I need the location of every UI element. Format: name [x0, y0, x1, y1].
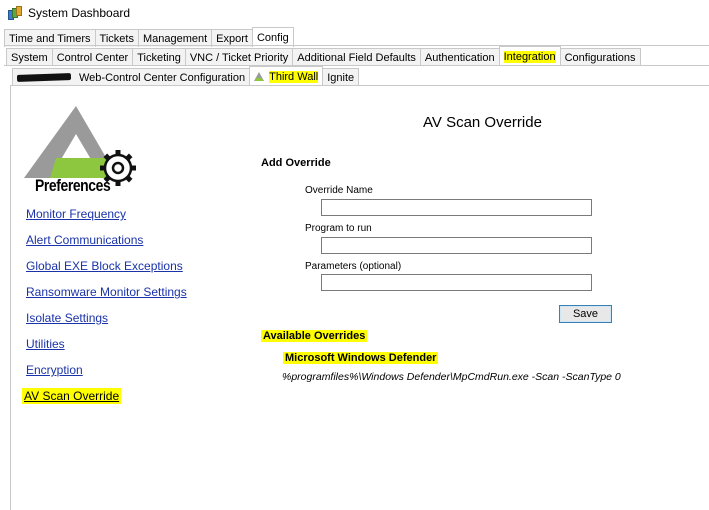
config-tab-bar: System Control Center Ticketing VNC / Ti…	[6, 46, 641, 66]
title-bar: System Dashboard	[0, 0, 709, 26]
tab-third-wall[interactable]: Third Wall	[249, 66, 324, 86]
tab-web-control-center-configuration[interactable]: Web-Control Center Configuration	[12, 68, 251, 86]
parameters-field[interactable]	[321, 274, 592, 291]
tab-integration-label: Integration	[503, 50, 556, 63]
tab-ticketing[interactable]: Ticketing	[132, 48, 186, 66]
redacted-mark	[16, 73, 72, 82]
tab-vnc-ticket-priority[interactable]: VNC / Ticket Priority	[184, 48, 294, 66]
window-title: System Dashboard	[28, 6, 131, 20]
tab-config[interactable]: Config	[251, 27, 294, 47]
tab-ignite[interactable]: Ignite	[322, 68, 360, 86]
override-command: %programfiles%\Windows Defender\MpCmdRun…	[282, 371, 621, 383]
third-wall-icon	[254, 72, 265, 81]
tab-label: Third Wall	[269, 70, 319, 83]
available-overrides-heading: Available Overrides	[261, 330, 368, 342]
save-button[interactable]: Save	[559, 305, 612, 323]
tab-label: Web-Control Center Configuration	[79, 71, 246, 84]
program-to-run-field[interactable]	[321, 237, 592, 254]
override-name: Microsoft Windows Defender	[283, 352, 439, 364]
override-name-field[interactable]	[321, 199, 592, 216]
sidebar-item-isolate-settings[interactable]: Isolate Settings	[26, 311, 108, 325]
sidebar-item-monitor-frequency[interactable]: Monitor Frequency	[26, 207, 126, 221]
tab-system[interactable]: System	[6, 48, 53, 66]
sidebar-item-encryption[interactable]: Encryption	[26, 363, 83, 377]
override-name-label: Override Name	[305, 185, 373, 196]
page-title: AV Scan Override	[423, 114, 542, 131]
tab-control-center[interactable]: Control Center	[51, 48, 134, 66]
tab-additional-field-defaults[interactable]: Additional Field Defaults	[292, 48, 421, 66]
sidebar-item-utilities[interactable]: Utilities	[26, 337, 65, 351]
tab-configurations[interactable]: Configurations	[559, 48, 641, 66]
sidebar-item-av-scan-override[interactable]: AV Scan Override	[22, 388, 122, 404]
sidebar-item-ransomware-monitor-settings[interactable]: Ransomware Monitor Settings	[26, 285, 187, 299]
sidebar-item-global-exe-block-exceptions[interactable]: Global EXE Block Exceptions	[26, 259, 183, 273]
main-tab-bar: Time and Timers Tickets Management Expor…	[4, 27, 294, 47]
dashboard-app-icon	[8, 6, 22, 20]
program-to-run-label: Program to run	[305, 223, 372, 234]
parameters-label: Parameters (optional)	[305, 261, 402, 272]
logo-text: Preferences	[35, 176, 111, 195]
add-override-heading: Add Override	[261, 157, 331, 169]
tab-authentication[interactable]: Authentication	[419, 48, 500, 66]
tab-integration[interactable]: Integration	[498, 46, 561, 66]
sidebar-item-alert-communications[interactable]: Alert Communications	[26, 233, 143, 247]
integration-tab-bar: Web-Control Center Configuration Third W…	[12, 66, 360, 86]
